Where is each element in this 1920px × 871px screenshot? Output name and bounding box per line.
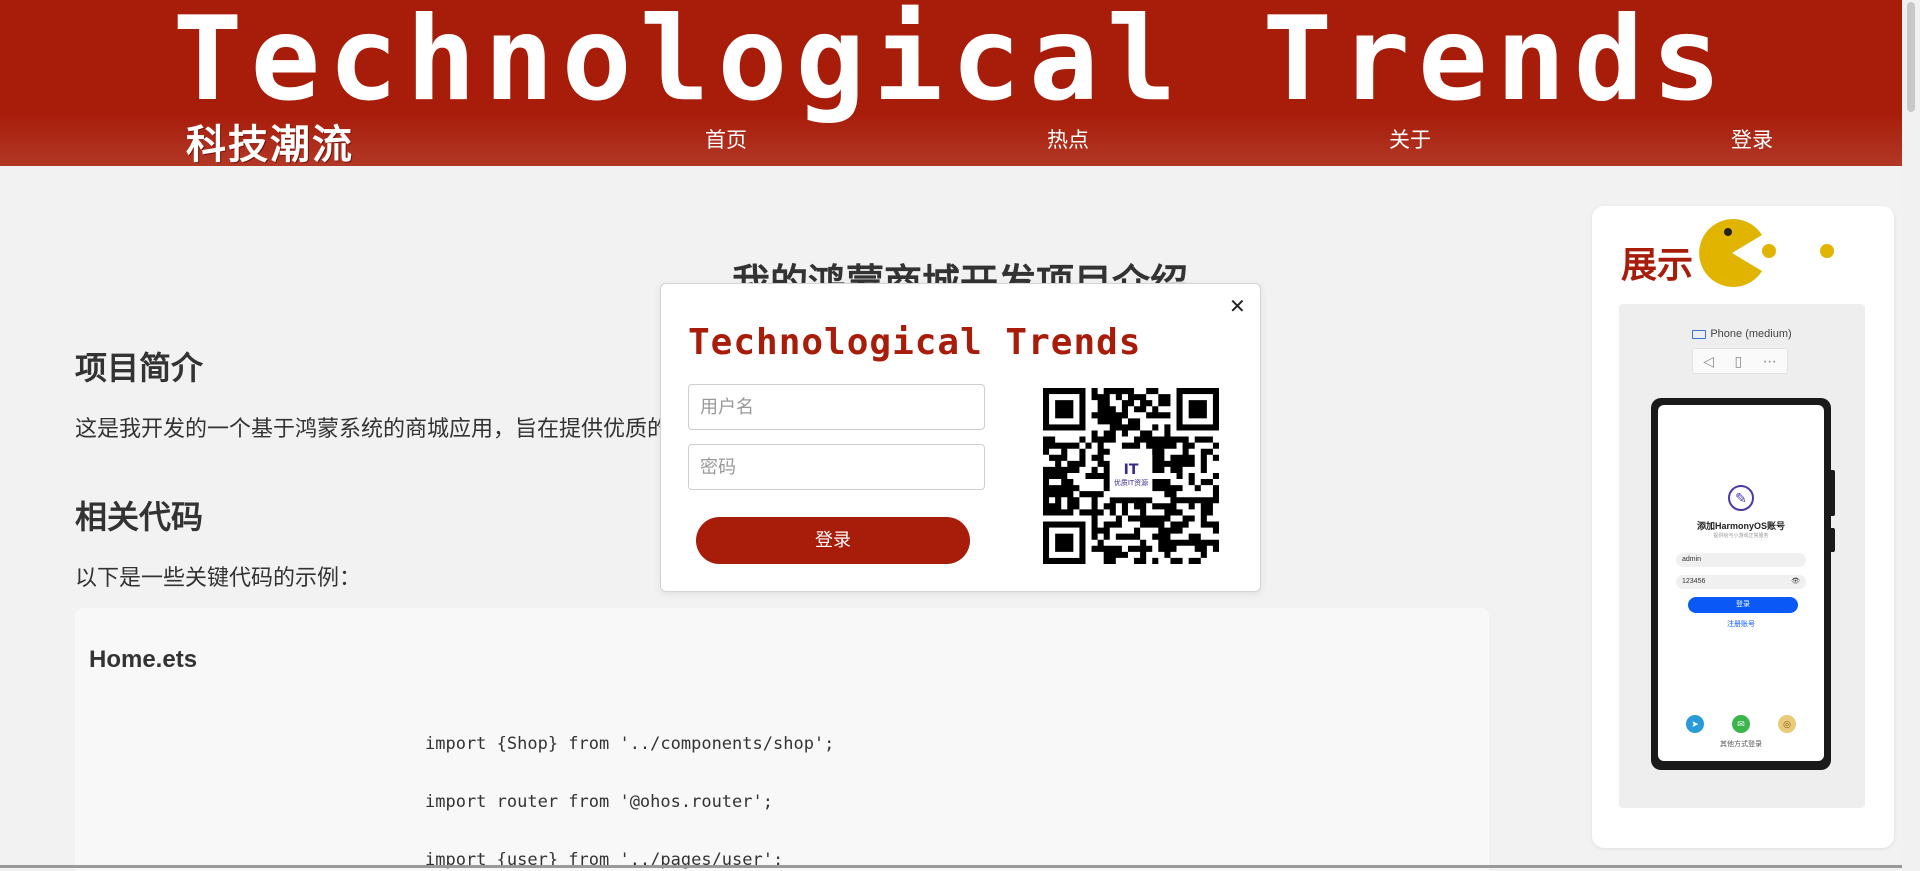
showcase-panel: 展示 Phone (medium) ◁ ▯ ⋯ ✎ 添加HarmonyOS账号 … [1592, 206, 1894, 848]
device-simulator: Phone (medium) ◁ ▯ ⋯ ✎ 添加HarmonyOS账号 提供给… [1619, 304, 1865, 808]
phone-screen: ✎ 添加HarmonyOS账号 提供给与小游戏正常服务 admin 123456… [1658, 405, 1824, 761]
code-filename: Home.ets [89, 646, 198, 673]
telegram-icon: ➤ [1686, 715, 1704, 733]
other-login-icon: ◎ [1778, 715, 1796, 733]
phone-register-link: 注册账号 [1727, 621, 1755, 628]
modal-title: Technological Trends [688, 322, 1142, 363]
nav-about[interactable]: 关于 [1360, 124, 1460, 154]
code-line: import {Shop} from '../components/shop'; [425, 734, 835, 754]
username-input[interactable] [688, 384, 985, 430]
login-button[interactable]: 登录 [696, 517, 970, 564]
app-logo-icon: ✎ [1728, 485, 1754, 511]
phone-mockup: ✎ 添加HarmonyOS账号 提供给与小游戏正常服务 admin 123456… [1651, 398, 1835, 770]
qr-code-icon: IT优质IT资源 [1043, 388, 1219, 564]
nav-home[interactable]: 首页 [676, 124, 776, 154]
scrollbar-thumb[interactable] [1907, 2, 1915, 112]
phone-password-field: 123456 👁 [1676, 575, 1806, 589]
password-input[interactable] [688, 444, 985, 490]
phone-side-button [1831, 470, 1835, 516]
brand-logo-text[interactable]: 科技潮流 [186, 112, 354, 170]
horizontal-scrollbar[interactable] [0, 865, 1902, 868]
simulator-toolbar: ◁ ▯ ⋯ [1692, 348, 1788, 374]
code-block: Home.ets import {Shop} from '../componen… [75, 608, 1489, 871]
pacman-icon [1699, 219, 1762, 287]
nav-hot[interactable]: 热点 [1018, 124, 1118, 154]
phone-side-button [1831, 528, 1835, 552]
site-header: Technological Trends 科技潮流 首页 热点 关于 登录 [0, 0, 1902, 168]
more-icon[interactable]: ⋯ [1763, 353, 1777, 370]
showcase-title: 展示 [1621, 244, 1694, 285]
pacman-dot-icon [1762, 244, 1776, 258]
phone-app-subtitle: 提供给与小游戏正常服务 [1713, 533, 1769, 539]
svg-text:优质IT资源: 优质IT资源 [1114, 478, 1148, 487]
wechat-icon: ✉ [1732, 715, 1750, 733]
rotate-icon[interactable]: ▯ [1735, 353, 1743, 370]
pacman-dot-icon [1820, 244, 1834, 258]
back-icon[interactable]: ◁ [1703, 353, 1714, 370]
phone-login-button: 登录 [1688, 597, 1798, 613]
phone-other-login-text: 其他方式登录 [1720, 741, 1762, 748]
intro-title: 项目简介 [75, 350, 204, 386]
svg-text:IT: IT [1124, 462, 1139, 478]
eye-icon: 👁 [1791, 578, 1800, 585]
vertical-scrollbar[interactable] [1902, 0, 1920, 871]
phone-app-title: 添加HarmonyOS账号 [1696, 521, 1785, 531]
code-intro-text: 以下是一些关键代码的示例： [75, 565, 362, 590]
site-title: Technological Trends [172, 0, 1730, 127]
login-modal: ✕ Technological Trends 登录 IT优质IT资源 [660, 283, 1261, 592]
phone-device-icon [1692, 329, 1707, 339]
simulator-label: Phone (medium) [1619, 328, 1865, 340]
code-line: import router from '@ohos.router'; [425, 792, 773, 812]
nav-login[interactable]: 登录 [1702, 124, 1802, 154]
close-icon[interactable]: ✕ [1229, 294, 1246, 319]
code-section-title: 相关代码 [75, 499, 204, 535]
intro-text: 这是我开发的一个基于鸿蒙系统的商城应用，旨在提供优质的 [75, 416, 670, 441]
phone-username-field: admin [1676, 553, 1806, 567]
